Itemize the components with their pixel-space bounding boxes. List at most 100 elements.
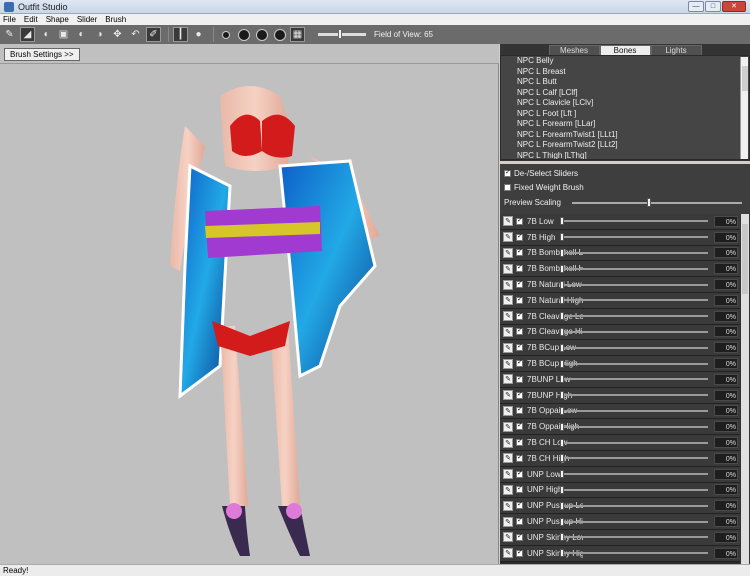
undo-icon[interactable]: ↶ bbox=[128, 27, 143, 42]
slider-value[interactable]: 0% bbox=[714, 452, 738, 464]
bone-item[interactable]: NPC L Forearm [LLar] bbox=[501, 119, 749, 130]
bone-item[interactable]: NPC Belly bbox=[501, 56, 749, 67]
scrollbar-thumb[interactable] bbox=[742, 224, 748, 294]
slider-enable-checkbox[interactable] bbox=[516, 263, 523, 273]
slider-track[interactable] bbox=[560, 485, 708, 494]
slider-edit-brush-icon[interactable]: ✎ bbox=[503, 469, 513, 480]
slider-enable-checkbox[interactable] bbox=[516, 516, 523, 526]
slider-enable-checkbox[interactable] bbox=[516, 405, 523, 415]
slider-edit-brush-icon[interactable]: ✎ bbox=[503, 232, 513, 243]
mask-brush-icon[interactable]: ◢ bbox=[20, 27, 35, 42]
slider-enable-checkbox[interactable] bbox=[516, 311, 523, 320]
slider-row[interactable]: ✎7B Cleavage Low0% bbox=[500, 308, 740, 325]
slider-row[interactable]: ✎7B CH High0% bbox=[500, 451, 740, 467]
slider-enable-checkbox[interactable] bbox=[516, 469, 523, 478]
slider-thumb[interactable] bbox=[560, 248, 564, 257]
slider-value[interactable]: 0% bbox=[714, 279, 738, 291]
slider-enable-checkbox[interactable] bbox=[516, 295, 523, 304]
slider-track[interactable] bbox=[560, 343, 708, 352]
slider-track[interactable] bbox=[560, 438, 708, 447]
slider-thumb[interactable] bbox=[560, 375, 564, 384]
shaded-icon[interactable] bbox=[236, 27, 251, 42]
bone-list-scrollbar[interactable] bbox=[740, 57, 748, 159]
bone-item[interactable]: NPC L ForearmTwist2 [LLt2] bbox=[501, 140, 749, 151]
slider-enable-checkbox[interactable] bbox=[516, 390, 523, 399]
slider-track[interactable] bbox=[560, 359, 708, 368]
slider-row[interactable]: ✎UNP Pushup High0% bbox=[500, 514, 740, 530]
slider-enable-checkbox[interactable] bbox=[516, 279, 523, 289]
slider-value[interactable]: 0% bbox=[714, 310, 738, 322]
slider-edit-brush-icon[interactable]: ✎ bbox=[503, 295, 513, 306]
slider-row[interactable]: ✎7B Cleavage High0% bbox=[500, 324, 740, 341]
slider-track[interactable] bbox=[560, 391, 708, 400]
slider-track[interactable] bbox=[560, 454, 708, 463]
slider-row[interactable]: ✎7B Natural Low0% bbox=[500, 277, 740, 293]
slider-thumb[interactable] bbox=[560, 470, 564, 479]
xray-icon[interactable] bbox=[218, 27, 233, 42]
deselect-sliders-option[interactable]: De-/Select Sliders bbox=[504, 168, 578, 178]
slider-value[interactable]: 0% bbox=[714, 437, 738, 449]
slider-thumb[interactable] bbox=[560, 438, 564, 447]
slider-track[interactable] bbox=[560, 501, 708, 510]
tab-meshes[interactable]: Meshes bbox=[548, 45, 600, 55]
slider-row[interactable]: ✎UNP Pushup Low0% bbox=[500, 498, 740, 515]
slider-thumb[interactable] bbox=[560, 359, 564, 368]
smooth-brush-icon[interactable]: ◑ bbox=[92, 27, 107, 42]
slider-row[interactable]: ✎UNP High0% bbox=[500, 482, 740, 499]
slider-edit-brush-icon[interactable]: ✎ bbox=[503, 421, 513, 432]
slider-value[interactable]: 0% bbox=[714, 547, 738, 559]
slider-row[interactable]: ✎7B Bombshell Low0% bbox=[500, 245, 740, 262]
menu-brush[interactable]: Brush bbox=[105, 15, 126, 24]
slider-thumb[interactable] bbox=[560, 312, 564, 321]
slider-thumb[interactable] bbox=[560, 233, 564, 242]
slider-row[interactable]: ✎UNP Low0% bbox=[500, 466, 740, 483]
slider-row[interactable]: ✎7B Natural High0% bbox=[500, 293, 740, 309]
slider-thumb[interactable] bbox=[560, 533, 564, 542]
slider-thumb[interactable] bbox=[560, 217, 564, 226]
slider-value[interactable]: 0% bbox=[714, 484, 738, 496]
slider-enable-checkbox[interactable] bbox=[516, 548, 523, 557]
slider-edit-brush-icon[interactable]: ✎ bbox=[503, 532, 513, 543]
slider-enable-checkbox[interactable] bbox=[516, 532, 523, 541]
slider-thumb[interactable] bbox=[560, 454, 564, 463]
slider-edit-brush-icon[interactable]: ✎ bbox=[503, 342, 513, 353]
slider-edit-brush-icon[interactable]: ✎ bbox=[503, 500, 513, 511]
menu-edit[interactable]: Edit bbox=[24, 15, 38, 24]
slider-list-scrollbar[interactable] bbox=[741, 214, 749, 564]
slider-value[interactable]: 0% bbox=[714, 500, 738, 512]
slider-track[interactable] bbox=[560, 264, 708, 273]
fixed-weight-checkbox[interactable] bbox=[504, 184, 511, 191]
bone-item[interactable]: NPC L Breast bbox=[501, 67, 749, 78]
brush-settings-button[interactable]: Brush Settings >> bbox=[4, 48, 80, 61]
fov-slider[interactable] bbox=[318, 29, 366, 39]
bone-list[interactable]: NPC Belly NPC L Breast NPC L Butt NPC L … bbox=[500, 55, 750, 160]
slider-track[interactable] bbox=[560, 312, 708, 321]
fixed-weight-option[interactable]: Fixed Weight Brush bbox=[504, 183, 584, 192]
slider-track[interactable] bbox=[560, 517, 708, 526]
slider-value[interactable]: 0% bbox=[714, 516, 738, 528]
minimize-button[interactable]: — bbox=[688, 1, 704, 12]
slider-track[interactable] bbox=[560, 375, 708, 384]
slider-row[interactable]: ✎7B High0% bbox=[500, 229, 740, 246]
slider-track[interactable] bbox=[560, 217, 708, 226]
slider-edit-brush-icon[interactable]: ✎ bbox=[503, 453, 513, 464]
slider-edit-brush-icon[interactable]: ✎ bbox=[503, 390, 513, 401]
slider-edit-brush-icon[interactable]: ✎ bbox=[503, 358, 513, 369]
slider-row[interactable]: ✎7BUNP Low0% bbox=[500, 372, 740, 388]
slider-enable-checkbox[interactable] bbox=[516, 421, 523, 431]
select-tool-icon[interactable]: ✎ bbox=[2, 27, 17, 42]
slider-track[interactable] bbox=[560, 470, 708, 479]
slider-value[interactable]: 0% bbox=[714, 389, 738, 401]
slider-row[interactable]: ✎UNP Skinny Low0% bbox=[500, 530, 740, 546]
slider-row[interactable]: ✎7B BCup Low0% bbox=[500, 340, 740, 357]
slider-value[interactable]: 0% bbox=[714, 247, 738, 259]
bone-item[interactable]: NPC L ForearmTwist1 [LLt1] bbox=[501, 130, 749, 141]
slider-enable-checkbox[interactable] bbox=[516, 342, 523, 352]
slider-track[interactable] bbox=[560, 422, 708, 431]
connected-icon[interactable]: ● bbox=[191, 27, 206, 42]
texture-icon[interactable]: ▦ bbox=[290, 27, 305, 42]
slider-track[interactable] bbox=[560, 549, 708, 558]
slider-thumb[interactable] bbox=[560, 391, 564, 400]
deselect-sliders-checkbox[interactable] bbox=[504, 168, 511, 177]
scrollbar-thumb[interactable] bbox=[742, 66, 748, 91]
